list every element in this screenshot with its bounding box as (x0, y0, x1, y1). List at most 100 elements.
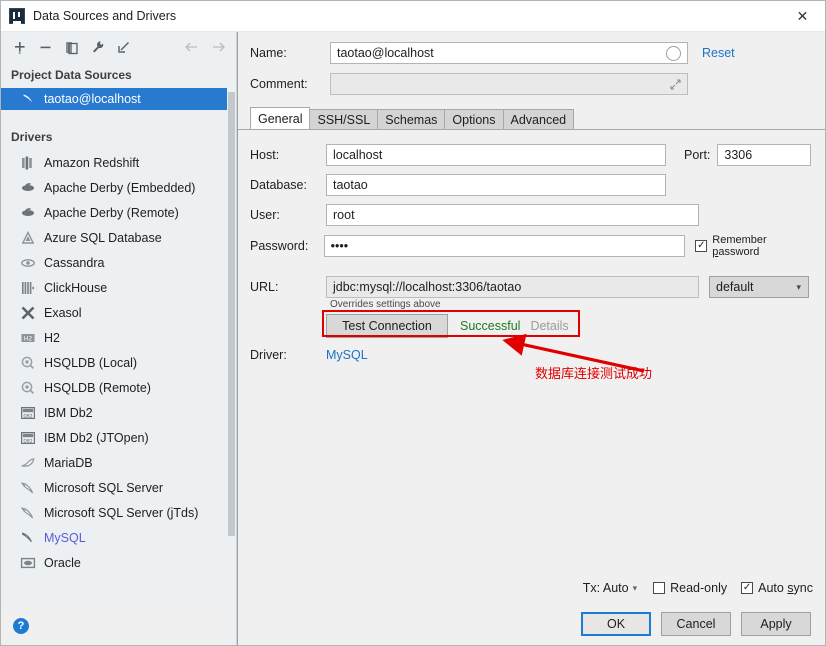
driver-link[interactable]: MySQL (326, 348, 368, 362)
test-status-text: Successful (460, 319, 521, 333)
close-icon[interactable]: ✕ (780, 1, 825, 31)
password-label: Password: (250, 239, 309, 253)
sources-and-drivers-list[interactable]: Project Data Sources taotao@localhost Dr… (1, 62, 236, 607)
sidebar-item-taotao-localhost[interactable]: taotao@localhost (1, 88, 236, 110)
tab-ssh-ssl[interactable]: SSH/SSL (309, 109, 379, 129)
driver-row: Driver: MySQL (250, 348, 813, 362)
driver-list-item[interactable]: Cassandra (1, 250, 236, 275)
driver-list-item[interactable]: Microsoft SQL Server (jTds) (1, 500, 236, 525)
clickhouse-icon (19, 279, 36, 296)
user-row: User: root (250, 204, 813, 226)
driver-list-item[interactable]: Exasol (1, 300, 236, 325)
dialog-footer: OK Cancel Apply (238, 601, 825, 645)
tx-select[interactable]: Tx: Auto ▾ (583, 581, 637, 595)
import-arrow-icon[interactable] (111, 35, 135, 59)
arrow-right-icon[interactable] (206, 35, 230, 59)
driver-list-item-label: Microsoft SQL Server (44, 480, 164, 495)
remember-password-checkbox-box[interactable]: ✓ (695, 240, 708, 252)
driver-list-item[interactable]: Apache Derby (Remote) (1, 200, 236, 225)
exasol-x-icon (19, 304, 36, 321)
driver-list-item[interactable]: HSQLDB (Remote) (1, 375, 236, 400)
host-label: Host: (250, 148, 280, 162)
driver-list-item[interactable]: MySQL (1, 525, 236, 550)
sidebar-item-label: taotao@localhost (44, 92, 141, 106)
test-connection-button[interactable]: Test Connection (326, 314, 448, 338)
port-input[interactable]: 3306 (717, 144, 812, 166)
driver-list-item[interactable]: Apache Derby (Embedded) (1, 175, 236, 200)
driver-list-item[interactable]: DB2 IBM Db2 (1, 400, 236, 425)
copy-icon[interactable] (59, 35, 83, 59)
connection-options-strip: Tx: Auto ▾ Read-only ✓ Auto sync (238, 575, 825, 601)
annotation-label: 数据库连接测试成功 (535, 367, 653, 382)
url-mode-value: default (716, 280, 754, 294)
left-toolbar (1, 32, 236, 62)
driver-list-item[interactable]: Azure SQL Database (1, 225, 236, 250)
oracle-icon (19, 554, 36, 571)
driver-list-item[interactable]: MariaDB (1, 450, 236, 475)
left-footer: ? (1, 607, 236, 645)
help-icon[interactable]: ? (13, 618, 29, 634)
driver-list-item[interactable]: Oracle (1, 550, 236, 575)
comment-input[interactable] (330, 73, 688, 95)
add-button[interactable] (7, 35, 31, 59)
comment-row: Comment: (250, 73, 813, 95)
name-comment-section: Name: taotao@localhost Reset Comment: (238, 32, 825, 104)
driver-list-item[interactable]: DB2 IBM Db2 (JTOpen) (1, 425, 236, 450)
tab-schemas[interactable]: Schemas (377, 109, 446, 129)
tab-options[interactable]: Options (444, 109, 504, 129)
arrow-left-icon[interactable] (180, 35, 204, 59)
url-input[interactable]: jdbc:mysql://localhost:3306/taotao (326, 276, 699, 298)
url-mode-select[interactable]: default ▾ (709, 276, 809, 298)
derby-icon (19, 204, 36, 221)
hsqldb-icon (19, 379, 36, 396)
tab-general[interactable]: General (250, 107, 311, 129)
name-input[interactable]: taotao@localhost (330, 42, 688, 64)
dialog-body: Project Data Sources taotao@localhost Dr… (1, 32, 825, 645)
name-row: Name: taotao@localhost Reset (250, 42, 813, 64)
password-row: Password: •••• ✓ Remember password (250, 234, 813, 258)
window-title: Data Sources and Drivers (33, 9, 177, 23)
reset-link[interactable]: Reset (702, 46, 735, 60)
host-input[interactable]: localhost (326, 144, 666, 166)
auto-sync-label: Auto sync (758, 581, 813, 595)
details-link[interactable]: Details (530, 319, 568, 333)
apply-button[interactable]: Apply (741, 611, 811, 636)
cancel-button[interactable]: Cancel (661, 611, 731, 636)
read-only-checkbox-box[interactable] (653, 582, 666, 594)
wrench-icon[interactable] (85, 35, 109, 59)
port-label: Port: (684, 148, 711, 162)
redshift-icon (19, 154, 36, 171)
project-data-sources-header: Project Data Sources (11, 68, 132, 82)
driver-list-item-label: Exasol (44, 305, 82, 320)
derby-icon (19, 179, 36, 196)
db2-icon: DB2 (19, 429, 36, 446)
h2-icon: H2 (19, 329, 36, 346)
auto-sync-checkbox[interactable]: ✓ Auto sync (741, 581, 813, 595)
left-scrollbar-thumb[interactable] (228, 92, 235, 536)
host-input-value: localhost (333, 148, 383, 162)
user-input[interactable]: root (326, 204, 699, 226)
read-only-checkbox[interactable]: Read-only (653, 581, 727, 595)
url-label: URL: (250, 280, 279, 294)
driver-list-item[interactable]: HSQLDB (Local) (1, 350, 236, 375)
driver-list-item[interactable]: H2 H2 (1, 325, 236, 350)
driver-list-item[interactable]: Amazon Redshift (1, 150, 236, 175)
left-scrollbar[interactable] (227, 62, 236, 645)
mysql-dolphin-icon (21, 91, 37, 107)
password-input[interactable]: •••• (323, 235, 686, 257)
ok-button[interactable]: OK (581, 611, 651, 636)
remove-button[interactable] (33, 35, 57, 59)
driver-list-item-label: HSQLDB (Local) (44, 355, 138, 370)
database-input[interactable]: taotao (326, 174, 666, 196)
azure-icon (19, 229, 36, 246)
expand-icon[interactable] (669, 78, 682, 91)
spacer-before-url (250, 266, 813, 276)
driver-list-item[interactable]: Microsoft SQL Server (1, 475, 236, 500)
user-input-value: root (333, 208, 355, 222)
driver-list-item-label: IBM Db2 (44, 405, 93, 420)
tab-advanced[interactable]: Advanced (502, 109, 575, 129)
auto-sync-checkbox-box[interactable]: ✓ (741, 582, 754, 594)
mysql-dolphin-icon (19, 529, 36, 546)
driver-list-item[interactable]: ClickHouse (1, 275, 236, 300)
remember-password-checkbox[interactable]: ✓ Remember password (695, 234, 813, 258)
